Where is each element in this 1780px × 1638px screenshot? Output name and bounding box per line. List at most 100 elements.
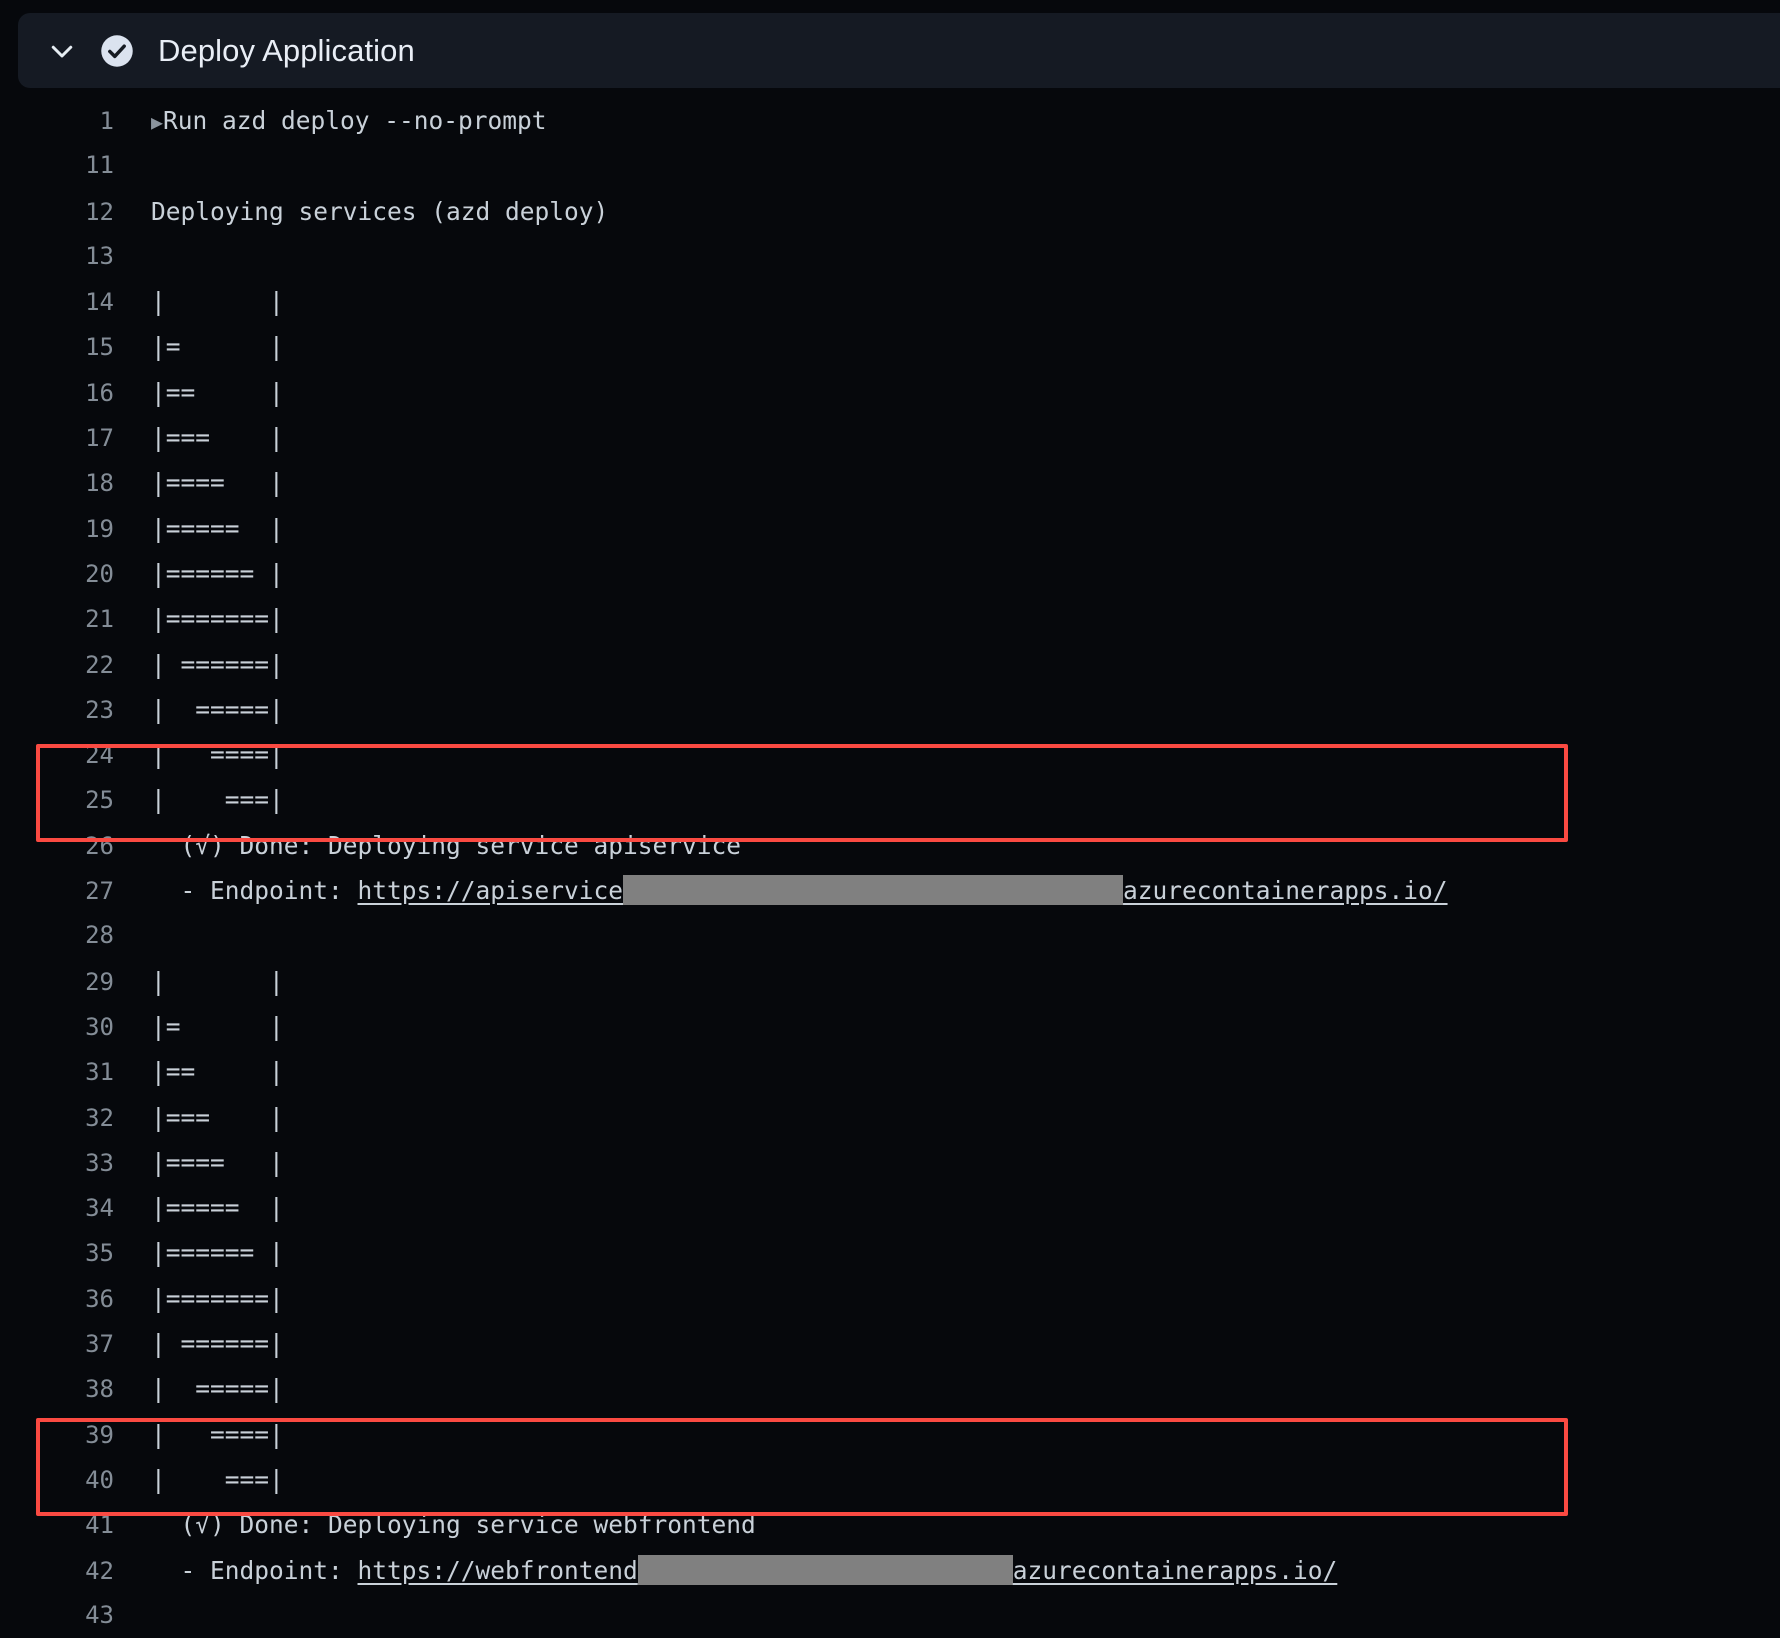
endpoint-label: - Endpoint: bbox=[151, 876, 358, 906]
log-line-content: |==== | bbox=[151, 468, 284, 498]
log-line-content: |= | bbox=[151, 1011, 284, 1041]
endpoint-link[interactable]: https://webfrontend azurecontainerapps.io… bbox=[357, 1554, 1338, 1585]
endpoint-link[interactable]: https://apiservice azurecontainerapps.io/ bbox=[357, 875, 1448, 906]
line-number: 1 bbox=[99, 107, 114, 135]
line-number: 26 bbox=[85, 831, 114, 860]
log-line: 38 | =====| bbox=[0, 1366, 1780, 1411]
log-line-content: |====== | bbox=[151, 558, 284, 588]
log-line-content: | | bbox=[151, 966, 284, 996]
check-circle-icon[interactable] bbox=[98, 32, 136, 70]
line-number: 38 bbox=[85, 1375, 114, 1404]
line-number: 34 bbox=[85, 1194, 114, 1223]
chevron-down-icon[interactable] bbox=[42, 31, 82, 71]
log-line-content: - Endpoint: https://apiservice azureconta… bbox=[118, 868, 1780, 913]
log-line: 14 | | bbox=[0, 279, 1780, 324]
log-line-content: ▶Run azd deploy --no-prompt bbox=[118, 98, 1780, 145]
log-line: 42 - Endpoint: https://webfrontend azurec… bbox=[0, 1548, 1780, 1593]
page-title: Deploy Application bbox=[158, 32, 415, 68]
log-output[interactable]: 1 ▶Run azd deploy --no-prompt 11 12 Deployin… bbox=[0, 98, 1780, 1638]
redacted-url-segment bbox=[623, 875, 1124, 906]
line-number: 15 bbox=[85, 333, 114, 362]
log-line-content: |=== | bbox=[151, 423, 284, 453]
line-number: 25 bbox=[85, 786, 114, 815]
log-line: 28 bbox=[0, 913, 1780, 958]
line-number: 24 bbox=[85, 741, 114, 770]
log-line-content: |=======| bbox=[151, 1283, 284, 1313]
line-number: 39 bbox=[85, 1420, 114, 1449]
log-line: 16 |== | bbox=[0, 370, 1780, 415]
log-line-content: |===== | bbox=[151, 513, 284, 543]
line-number: 43 bbox=[85, 1600, 114, 1629]
log-line: 23 | =====| bbox=[0, 687, 1780, 732]
line-number: 12 bbox=[85, 197, 114, 226]
log-line: 31 |== | bbox=[0, 1049, 1780, 1094]
log-line-content: | ===| bbox=[151, 785, 284, 815]
log-line-content: |=== | bbox=[151, 1102, 284, 1132]
line-number: 22 bbox=[85, 650, 114, 679]
log-line: 30 |= | bbox=[0, 1004, 1780, 1049]
log-text: Run azd deploy --no-prompt bbox=[163, 106, 547, 135]
log-line-content: | ====| bbox=[151, 740, 284, 770]
line-number: 18 bbox=[85, 469, 114, 498]
line-number: 17 bbox=[85, 424, 114, 453]
line-number: 35 bbox=[85, 1239, 114, 1268]
log-line-content: Deploying services (azd deploy) bbox=[151, 196, 609, 226]
log-line-content: |==== | bbox=[151, 1147, 284, 1177]
log-line-content: |===== | bbox=[151, 1193, 284, 1223]
log-line: 19 |===== | bbox=[0, 506, 1780, 551]
endpoint-url-tail: azurecontainerapps.io/ bbox=[1123, 876, 1448, 906]
log-line-content: | ======| bbox=[151, 649, 284, 679]
log-line: 22 | ======| bbox=[0, 642, 1780, 687]
line-number: 29 bbox=[85, 967, 114, 996]
log-line-content: - Endpoint: https://webfrontend azurecont… bbox=[118, 1548, 1780, 1593]
line-number: 20 bbox=[85, 559, 114, 588]
line-number: 16 bbox=[85, 378, 114, 407]
log-line: 21 |=======| bbox=[0, 596, 1780, 641]
log-line: 32 |=== | bbox=[0, 1095, 1780, 1140]
endpoint-url-head: https://apiservice bbox=[357, 876, 624, 906]
line-number: 33 bbox=[85, 1148, 114, 1177]
log-line: 25 | ===| bbox=[0, 777, 1780, 822]
line-number: 11 bbox=[85, 151, 114, 180]
line-number: 40 bbox=[85, 1465, 114, 1494]
line-number: 36 bbox=[85, 1284, 114, 1313]
line-number: 13 bbox=[85, 241, 114, 270]
log-line-content: (√) Done: Deploying service apiservice bbox=[151, 830, 742, 860]
log-line: 24 | ====| bbox=[0, 732, 1780, 777]
log-line: 15 |= | bbox=[0, 324, 1780, 369]
expand-triangle-icon[interactable]: ▶ bbox=[151, 110, 163, 134]
log-line-content: |= | bbox=[151, 332, 284, 362]
log-line: 43 bbox=[0, 1593, 1780, 1638]
endpoint-url-tail: azurecontainerapps.io/ bbox=[1012, 1555, 1338, 1585]
log-line: 41 (√) Done: Deploying service webfronte… bbox=[0, 1502, 1780, 1547]
redacted-url-segment bbox=[637, 1554, 1013, 1585]
log-line: 39 | ====| bbox=[0, 1412, 1780, 1457]
log-line: 27 - Endpoint: https://apiservice azureco… bbox=[0, 868, 1780, 913]
log-line-content: | | bbox=[151, 287, 284, 317]
log-line-content: | =====| bbox=[151, 1374, 284, 1404]
log-line: 37 | ======| bbox=[0, 1321, 1780, 1366]
log-line: 20 |====== | bbox=[0, 551, 1780, 596]
log-line: 36 |=======| bbox=[0, 1276, 1780, 1321]
log-line: 29 | | bbox=[0, 959, 1780, 1004]
log-line: 12 Deploying services (azd deploy) bbox=[0, 189, 1780, 234]
line-number: 14 bbox=[85, 288, 114, 317]
endpoint-url-head: https://webfrontend bbox=[357, 1555, 638, 1585]
line-number: 37 bbox=[85, 1330, 114, 1359]
line-number: 23 bbox=[85, 695, 114, 724]
log-line: 40 | ===| bbox=[0, 1457, 1780, 1502]
log-line-content: | ======| bbox=[151, 1329, 284, 1359]
line-number: 30 bbox=[85, 1012, 114, 1041]
log-line: 35 |====== | bbox=[0, 1230, 1780, 1275]
deploy-log-viewer: Deploy Application 1 ▶Run azd deploy --no… bbox=[0, 0, 1780, 1638]
job-header[interactable]: Deploy Application bbox=[18, 13, 1780, 88]
line-number: 42 bbox=[85, 1556, 114, 1585]
log-line: 26 (√) Done: Deploying service apiservic… bbox=[0, 823, 1780, 868]
log-line-content: | ===| bbox=[151, 1464, 284, 1494]
log-line: 34 |===== | bbox=[0, 1185, 1780, 1230]
line-number: 31 bbox=[85, 1058, 114, 1087]
log-line: 13 bbox=[0, 234, 1780, 279]
log-line-content: | ====| bbox=[151, 1419, 284, 1449]
log-line-content: |=======| bbox=[151, 604, 284, 634]
log-line: 33 |==== | bbox=[0, 1140, 1780, 1185]
